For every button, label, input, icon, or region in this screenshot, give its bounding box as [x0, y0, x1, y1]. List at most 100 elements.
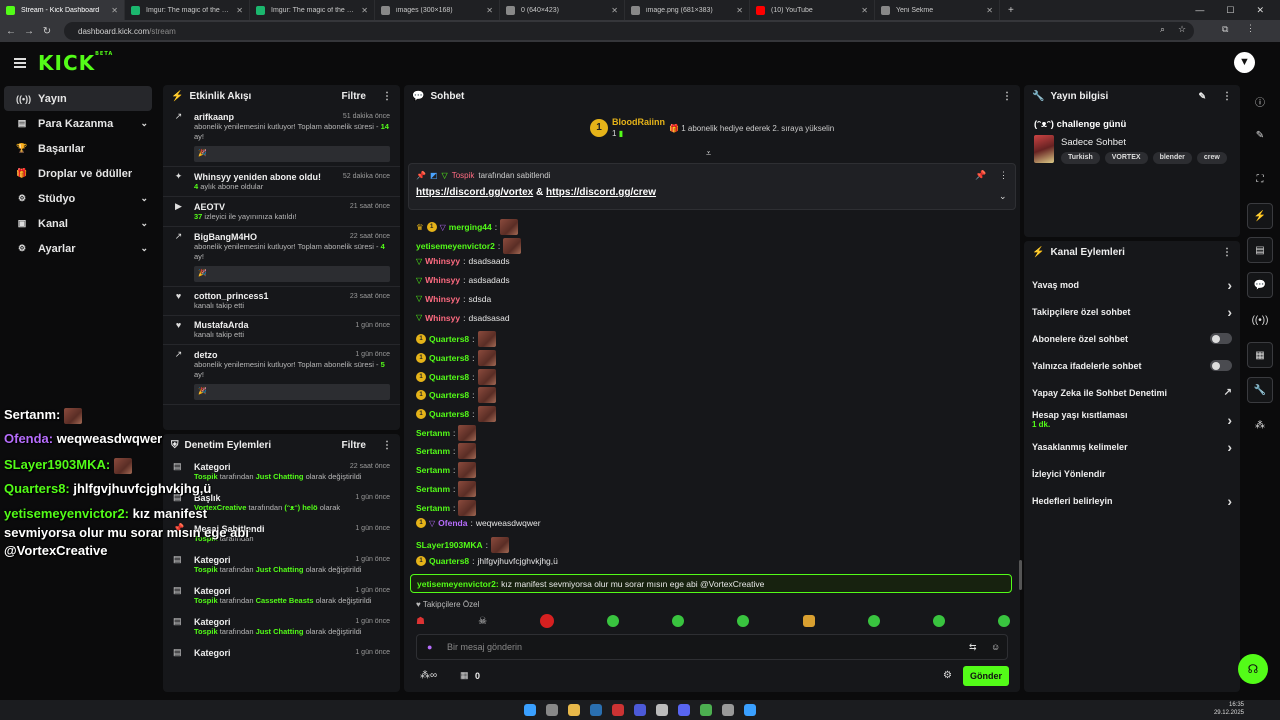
steam-icon[interactable]: [590, 704, 602, 716]
moderation-rail-icon[interactable]: ▤: [1247, 237, 1273, 263]
pinned-link-1[interactable]: https://discord.gg/vortex: [416, 187, 533, 198]
chat-username[interactable]: Quarters8: [429, 372, 469, 382]
chat-message[interactable]: ♛ 1 ▽ merging44:: [416, 219, 519, 235]
browser-menu-icon[interactable]: ⋮: [1246, 23, 1255, 34]
chat-username[interactable]: Ofenda: [438, 518, 467, 528]
emote-6-icon[interactable]: [737, 615, 750, 627]
activity-item[interactable]: ♥ MustafaArda 1 gün önce kanalı takip etti: [163, 316, 400, 345]
chat-username[interactable]: Sertanm: [416, 446, 450, 456]
points-rail-icon[interactable]: ⁂: [1247, 412, 1273, 438]
wrench-rail-icon[interactable]: 🔧: [1247, 377, 1273, 403]
chat-username[interactable]: SLayer1903MKA: [416, 540, 483, 550]
chat-message[interactable]: ▽ Whinsyy: asdsadads: [416, 275, 510, 285]
moderation-item[interactable]: ▤ Kategori 1 gün önce: [163, 642, 400, 663]
chat-username[interactable]: Quarters8: [429, 390, 469, 400]
support-headset-icon[interactable]: ☊: [1238, 654, 1268, 684]
edit-pencil-icon[interactable]: ✎: [1198, 91, 1206, 102]
chat-rail-icon[interactable]: 💬: [1247, 272, 1273, 298]
toggle-switch[interactable]: [1210, 360, 1232, 371]
chat-username[interactable]: yetisemeyenvictor2: [416, 241, 495, 251]
activity-item[interactable]: ↗ arifkaanp 51 dakika önce abonelik yenilem…: [163, 107, 400, 167]
broadcast-rail-icon[interactable]: ((•)): [1247, 307, 1273, 333]
kick-logo[interactable]: KICKBETA: [38, 51, 113, 75]
url-field[interactable]: dashboard.kick.com/stream: [64, 22, 1194, 40]
activity-more-icon[interactable]: ⋮: [382, 91, 392, 102]
hamburger-menu-icon[interactable]: [14, 58, 26, 68]
chat-message[interactable]: 1 Quarters8:: [416, 349, 496, 366]
emoji-icon[interactable]: ☺: [991, 642, 1000, 652]
tab-close-icon[interactable]: ✕: [486, 6, 493, 15]
stream-tag[interactable]: blender: [1152, 152, 1192, 164]
chat-message[interactable]: ▽ Whinsyy: sdsda: [416, 294, 491, 304]
points-icon[interactable]: ⁂∞: [420, 670, 437, 681]
sidebar-item-4[interactable]: ⚙ Stüdyo ⌄: [4, 186, 152, 211]
emote-9-icon[interactable]: [932, 615, 945, 627]
store-icon[interactable]: ▦: [460, 670, 469, 681]
chat-message[interactable]: Sertanm:: [416, 480, 477, 497]
start-icon[interactable]: [524, 704, 536, 716]
reload-icon[interactable]: ↻: [38, 26, 56, 37]
chat-username[interactable]: Quarters8: [429, 353, 469, 363]
moderation-item[interactable]: ▤ Kategori 1 gün önce Tospik tarafından Jus…: [163, 611, 400, 642]
gift-leader-name[interactable]: BloodRaiinn: [612, 117, 665, 127]
translate-icon[interactable]: ⇆: [969, 642, 977, 653]
moderation-item[interactable]: ▤ Kategori 1 gün önce Tospik tarafından Cas…: [163, 580, 400, 611]
emote-1-icon[interactable]: ☗: [416, 616, 425, 627]
tab-close-icon[interactable]: ✕: [111, 6, 118, 15]
chat-username[interactable]: Sertanm: [416, 484, 450, 494]
profile-avatar[interactable]: ▼: [1234, 52, 1255, 73]
chat-scrollbar[interactable]: [1019, 560, 1022, 590]
activity-item[interactable]: ▶ AEOTV 21 saat önce 37 izleyici ile yayını…: [163, 197, 400, 227]
microphone-icon[interactable]: ●: [427, 642, 432, 652]
browser-tab[interactable]: Imgur: The magic of the Interne ✕: [250, 0, 375, 20]
channel-action-item[interactable]: Abonelere özel sohbet: [1024, 325, 1240, 352]
activity-item[interactable]: ↗ BigBangM4HO 22 saat önce abonelik yenilem…: [163, 227, 400, 287]
chat-message[interactable]: 1 Quarters8:: [416, 331, 496, 348]
activity-item[interactable]: ♥ cotton_princess1 23 saat önce kanalı taki…: [163, 287, 400, 316]
chat-username[interactable]: Whinsyy: [425, 275, 460, 285]
collapse-pin-icon[interactable]: ⩡: [706, 148, 711, 159]
activity-filter-button[interactable]: Filtre: [342, 91, 366, 102]
app4-icon[interactable]: [744, 704, 756, 716]
sidebar-item-1[interactable]: ▤ Para Kazanma ⌄: [4, 111, 152, 136]
chat-message[interactable]: 1 ▽ Ofenda: weqweasdwqwer: [416, 518, 541, 529]
chat-username[interactable]: Quarters8: [429, 556, 469, 566]
pinned-more-icon[interactable]: ⋮: [999, 170, 1008, 181]
highlighted-message[interactable]: yetisemeyenvictor2: kız manifest sevmiyo…: [410, 574, 1012, 593]
channel-action-item[interactable]: Yasaklanmış kelimeler ›: [1024, 433, 1240, 460]
explorer-icon[interactable]: [568, 704, 580, 716]
browser-tab[interactable]: Yeni Sekme ✕: [875, 0, 1000, 20]
channel-action-item[interactable]: İzleyici Yönlendir: [1024, 460, 1240, 487]
zoom-icon[interactable]: ⌕: [1160, 24, 1165, 35]
chat-message[interactable]: ▽ Whinsyy: dsadsasad: [416, 313, 510, 323]
browser-tab[interactable]: (10) YouTube ✕: [750, 0, 875, 20]
chat-message[interactable]: SLayer1903MKA:: [416, 536, 509, 553]
sidebar-item-2[interactable]: 🏆 Başarılar: [4, 136, 152, 161]
chat-message[interactable]: 1 Quarters8:: [416, 368, 496, 385]
search-icon[interactable]: [546, 704, 558, 716]
forward-icon[interactable]: →: [20, 26, 38, 37]
chat-settings-icon[interactable]: ⚙: [943, 670, 952, 681]
activity-item[interactable]: ↗ detzo 1 gün önce abonelik yenilemesini ku…: [163, 345, 400, 405]
chat-message[interactable]: yetisemeyenvictor2:: [416, 237, 522, 254]
emote-3-icon[interactable]: [540, 614, 555, 628]
layout-rail-icon[interactable]: ▦: [1247, 342, 1273, 368]
channel-action-item[interactable]: Yalnızca ifadelerle sohbet: [1024, 352, 1240, 379]
bookmark-star-icon[interactable]: ☆: [1178, 24, 1186, 35]
app3-icon[interactable]: [722, 704, 734, 716]
sidebar-item-0[interactable]: ((•)) Yayın: [4, 86, 152, 111]
chat-username[interactable]: Whinsyy: [425, 313, 460, 323]
chat-username[interactable]: Whinsyy: [425, 294, 460, 304]
emote-7-icon[interactable]: [802, 615, 815, 627]
chat-message[interactable]: 1 Quarters8: jhlfgvjhuvfcjghvkjhg,ü: [416, 555, 558, 566]
channel-action-item[interactable]: Yapay Zeka ile Sohbet Denetimi ↗: [1024, 379, 1240, 406]
tab-close-icon[interactable]: ✕: [736, 6, 743, 15]
channel-actions-more-icon[interactable]: ⋮: [1222, 247, 1232, 258]
pencil-icon[interactable]: ✎: [1247, 122, 1273, 148]
emote-4-icon[interactable]: [607, 615, 620, 627]
moderation-more-icon[interactable]: ⋮: [382, 440, 392, 451]
channel-action-item[interactable]: Hedefleri belirleyin ›: [1024, 487, 1240, 514]
chat-username[interactable]: Sertanm: [416, 503, 450, 513]
tab-close-icon[interactable]: ✕: [361, 6, 368, 15]
app2-icon[interactable]: [634, 704, 646, 716]
